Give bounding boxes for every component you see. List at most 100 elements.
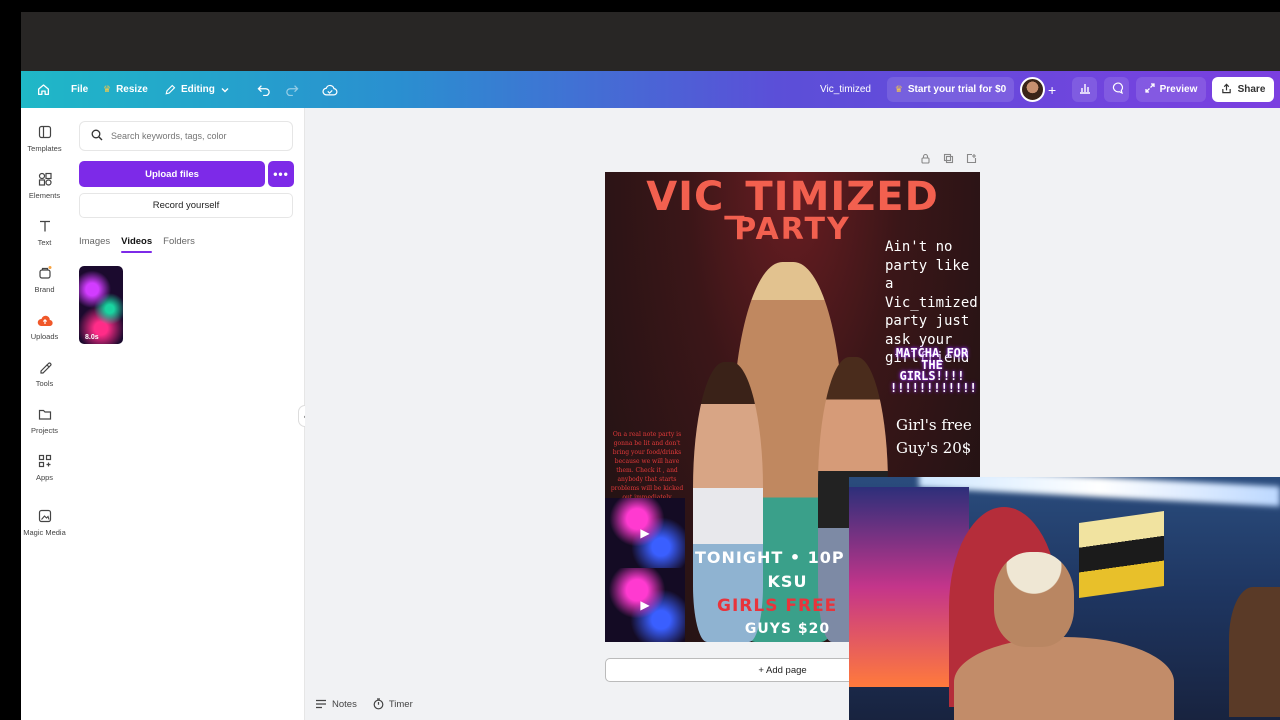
play-icon: ▶: [640, 598, 650, 612]
video-clip-1[interactable]: ▶: [605, 498, 685, 568]
pencil-icon: [164, 84, 176, 96]
rail-label: Tools: [35, 379, 54, 388]
start-trial-button[interactable]: ♛ Start your trial for $0: [887, 77, 1014, 102]
rail-label: Templates: [27, 144, 62, 153]
lock-icon[interactable]: [920, 153, 931, 167]
rail-item-elements[interactable]: Elements: [21, 171, 68, 200]
search-input[interactable]: [111, 131, 281, 141]
poster-price-text[interactable]: Girl's free Guy's 20$: [896, 414, 980, 460]
record-yourself-button[interactable]: Record yourself: [79, 193, 293, 218]
editor-footer: Notes Timer: [315, 698, 413, 710]
tab-images[interactable]: Images: [79, 236, 110, 253]
webcam-person-head: [994, 552, 1074, 647]
girls-free-line: Girl's free: [896, 416, 972, 434]
upload-files-button[interactable]: Upload files: [79, 161, 265, 187]
templates-icon: [37, 124, 53, 140]
apps-icon: [37, 453, 53, 469]
search-box[interactable]: [79, 121, 293, 151]
rail-item-tools[interactable]: Tools: [21, 359, 68, 388]
poster-matcha-text[interactable]: MATCHA FOR THE GIRLS!!!! !!!!!!!!!!!!: [890, 347, 977, 394]
search-icon: [91, 129, 103, 143]
rail-label: Magic Media: [23, 528, 66, 537]
document-title-text: Vic_timized: [820, 84, 871, 95]
elements-icon: [37, 171, 53, 187]
tab-folders[interactable]: Folders: [163, 236, 195, 253]
share-icon: [1221, 83, 1232, 97]
os-top-bar: [0, 0, 1280, 12]
document-title[interactable]: Vic_timized: [820, 71, 871, 108]
webcam-led-light: [919, 477, 1280, 507]
tab-videos[interactable]: Videos: [121, 236, 152, 253]
crown-icon: ♛: [894, 84, 903, 94]
editing-mode-dropdown[interactable]: Editing: [164, 71, 230, 108]
uploads-panel: Upload files ••• Record yourself Images …: [68, 108, 305, 720]
avatar[interactable]: [1020, 77, 1045, 102]
rail-item-text[interactable]: Text: [21, 218, 68, 247]
rail-label: Projects: [30, 426, 59, 435]
brand-icon: [37, 265, 53, 281]
guys-price-line: Guy's 20$: [896, 439, 972, 457]
resize-label: Resize: [116, 84, 148, 95]
uploads-icon: [37, 312, 53, 328]
add-collaborator-button[interactable]: +: [1048, 71, 1056, 108]
redo-button[interactable]: [285, 71, 299, 108]
timer-button[interactable]: Timer: [373, 698, 413, 710]
more-options-button[interactable]: •••: [268, 161, 294, 187]
preview-button[interactable]: Preview: [1136, 77, 1206, 102]
insights-button[interactable]: [1072, 77, 1097, 102]
rail-label: Uploads: [30, 332, 59, 341]
rail-item-apps[interactable]: Apps: [21, 453, 68, 482]
comments-button[interactable]: [1104, 77, 1129, 102]
add-page-icon[interactable]: [966, 153, 977, 167]
trial-label: Start your trial for $0: [907, 84, 1007, 95]
rail-item-templates[interactable]: Templates: [21, 124, 68, 153]
undo-icon: [257, 84, 271, 96]
rail-label: Elements: [28, 191, 61, 200]
cloud-save-status[interactable]: [322, 71, 338, 108]
webcam-wall-flag: [1079, 511, 1164, 598]
timer-icon: [373, 698, 384, 710]
editor-topbar: File ♛ Resize Editing Vic_timized ♛ Star…: [21, 71, 1280, 108]
rail-label: Text: [37, 238, 52, 247]
comment-icon: [1111, 82, 1123, 97]
home-icon: [37, 83, 50, 96]
home-button[interactable]: [37, 71, 50, 108]
left-rail: Templates Elements Text Brand Uploads To…: [21, 108, 68, 720]
crown-icon: ♛: [103, 84, 112, 94]
rail-item-projects[interactable]: Projects: [21, 406, 68, 435]
expand-icon: [1144, 83, 1155, 96]
webcam-right-object: [1229, 587, 1280, 717]
play-icon: ▶: [640, 526, 650, 540]
notes-label: Notes: [332, 698, 357, 710]
plus-icon: +: [1048, 81, 1057, 98]
bar-chart-icon: [1079, 82, 1091, 97]
rail-label: Apps: [35, 473, 54, 482]
webcam-person-body: [954, 637, 1174, 720]
uploaded-video-thumbnail[interactable]: 8.0s: [79, 266, 123, 344]
share-button[interactable]: Share: [1212, 77, 1274, 102]
share-label: Share: [1237, 84, 1266, 95]
resize-button[interactable]: ♛ Resize: [103, 71, 148, 108]
duplicate-page-icon[interactable]: [943, 153, 954, 167]
page-toolbar: [920, 153, 977, 167]
left-black-edge: [0, 12, 21, 720]
rail-item-magic-media[interactable]: Magic Media: [21, 508, 68, 537]
more-horizontal-icon: •••: [273, 167, 289, 181]
tools-icon: [37, 359, 53, 375]
undo-button[interactable]: [257, 71, 271, 108]
notes-button[interactable]: Notes: [315, 698, 357, 710]
webcam-overlay: [849, 477, 1280, 720]
projects-icon: [37, 406, 53, 422]
text-icon: [37, 218, 53, 234]
chevron-down-icon: [220, 85, 230, 95]
file-menu[interactable]: File: [71, 71, 88, 108]
rail-item-uploads[interactable]: Uploads: [21, 312, 68, 341]
redo-icon: [285, 84, 299, 96]
video-clip-2[interactable]: ▶: [605, 568, 685, 642]
preview-label: Preview: [1159, 84, 1198, 95]
rail-item-brand[interactable]: Brand: [21, 265, 68, 294]
timer-label: Timer: [388, 698, 413, 710]
magic-media-icon: [37, 508, 53, 524]
video-duration: 8.0s: [85, 334, 99, 341]
poster-fine-print[interactable]: On a real note party is gonna be lit and…: [608, 430, 686, 502]
